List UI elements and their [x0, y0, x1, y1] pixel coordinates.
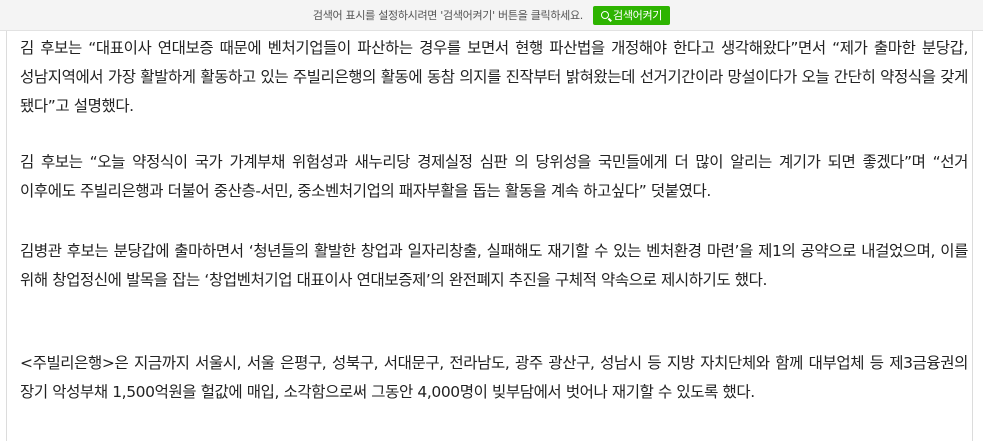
article-body: 김 후보는 “대표이사 연대보증 때문에 벤처기업들이 파산하는 경우를 보면서…	[6, 31, 973, 441]
search-highlight-button-label: 검색어켜기	[613, 9, 663, 22]
article-paragraph: 김 후보는 “오늘 약정식이 국가 가계부채 위험성과 새누리당 경제실정 심판…	[20, 153, 968, 200]
article-paragraph: <주빌리은행>은 지금까지 서울시, 서울 은평구, 성북구, 서대문구, 전라…	[20, 354, 968, 401]
article-paragraph: 김병관 후보는 분당갑에 출마하면서 ‘청년들의 활발한 창업과 일자리창출, …	[20, 242, 968, 289]
search-highlight-message: 검색어 표시를 설정하시려면 '검색어켜기' 버튼을 클릭하세요.	[312, 9, 584, 22]
search-icon	[601, 11, 610, 19]
search-highlight-bar: 검색어 표시를 설정하시려면 '검색어켜기' 버튼을 클릭하세요. 검색어켜기	[0, 0, 983, 31]
article-paragraph: 김 후보는 “대표이사 연대보증 때문에 벤처기업들이 파산하는 경우를 보면서…	[20, 39, 968, 115]
search-highlight-button[interactable]: 검색어켜기	[593, 5, 671, 25]
